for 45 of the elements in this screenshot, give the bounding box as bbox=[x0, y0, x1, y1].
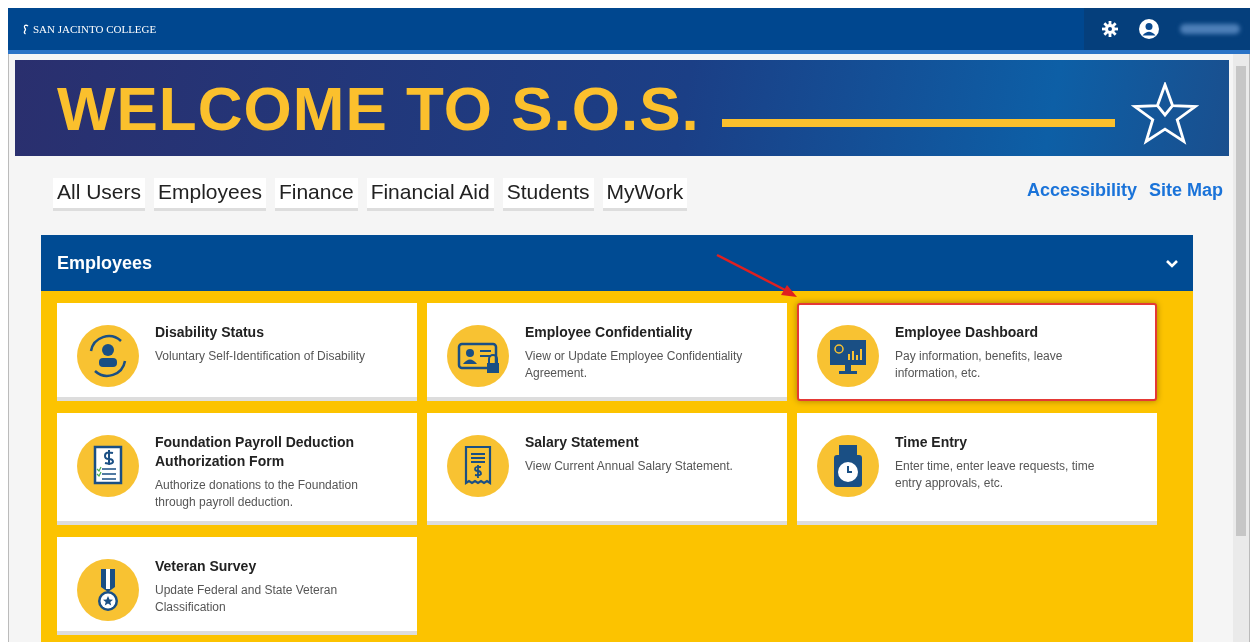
dollar-document-icon bbox=[77, 435, 139, 497]
card-description: Authorize donations to the Foundation through payroll deduction. bbox=[155, 477, 359, 511]
card-title: Veteran Survey bbox=[155, 557, 258, 576]
app-card[interactable]: Salary Statement View Current Annual Salary Statement. bbox=[427, 413, 787, 525]
app-card[interactable]: Employee Confidentiality View or Update Employee Confidentiality Agreement. bbox=[427, 303, 787, 401]
scrollbar[interactable] bbox=[1233, 54, 1249, 642]
app-card[interactable]: Disability Status Voluntary Self-Identification of Disability bbox=[57, 303, 417, 401]
panel-header[interactable]: Employees bbox=[41, 235, 1193, 291]
card-title: Employee Confidentiality bbox=[525, 323, 694, 342]
monitor-chart-icon bbox=[817, 325, 879, 387]
card-description: View or Update Employee Confidentiality Agreement. bbox=[525, 348, 744, 382]
clock-icon bbox=[817, 435, 879, 497]
app-card[interactable]: Time Entry Enter time, enter leave requests, time entry approvals, etc. bbox=[797, 413, 1157, 525]
blurred-username bbox=[1180, 24, 1240, 34]
seahorse-icon bbox=[22, 23, 29, 35]
receipt-icon bbox=[447, 435, 509, 497]
medal-icon bbox=[77, 559, 139, 621]
header-link[interactable]: Accessibility bbox=[1026, 180, 1137, 211]
panel-title: Employees bbox=[57, 252, 153, 274]
nav-tab[interactable]: Students bbox=[502, 178, 594, 211]
chevron-icon[interactable] bbox=[1165, 258, 1179, 268]
user-avatar-icon[interactable] bbox=[1138, 18, 1160, 40]
card-title: Employee Dashboard bbox=[895, 323, 1040, 342]
settings-icon[interactable] bbox=[1102, 21, 1118, 37]
app-card[interactable]: Employee Dashboard Pay information, benefits, leave information, etc. bbox=[797, 303, 1157, 401]
card-description: Pay information, benefits, leave information, etc. bbox=[895, 348, 1064, 382]
card-description: Update Federal and State Veteran Classification bbox=[155, 582, 339, 616]
nav-tab[interactable]: Employees bbox=[154, 178, 266, 211]
id-card-lock-icon bbox=[447, 325, 509, 387]
card-description: Voluntary Self-Identification of Disability bbox=[155, 348, 366, 365]
card-description: View Current Annual Salary Statement. bbox=[525, 458, 733, 475]
app-card[interactable]: Veteran Survey Update Federal and State Veteran Classification bbox=[57, 537, 417, 635]
card-title: Foundation Payroll Deduction Authorization Form bbox=[155, 433, 356, 471]
nav-tab[interactable]: All Users bbox=[53, 178, 145, 211]
card-title: Disability Status bbox=[155, 323, 265, 342]
card-description: Enter time, enter leave requests, time entry approvals, etc. bbox=[895, 458, 1096, 492]
app-card[interactable]: Foundation Payroll Deduction Authorization Form Authorize donations to the Foundation through payroll deduction. bbox=[57, 413, 417, 525]
person-cycle-icon bbox=[77, 325, 139, 387]
nav-tab[interactable]: Financial Aid bbox=[366, 178, 494, 211]
nav-tab[interactable]: MyWork bbox=[602, 178, 688, 211]
card-title: Salary Statement bbox=[525, 433, 640, 452]
banner-title: WELCOME TO S.O.S. bbox=[57, 72, 700, 144]
nav-tab[interactable]: Finance bbox=[274, 178, 358, 211]
header-link[interactable]: Site Map bbox=[1149, 180, 1223, 211]
card-title: Time Entry bbox=[895, 433, 969, 452]
